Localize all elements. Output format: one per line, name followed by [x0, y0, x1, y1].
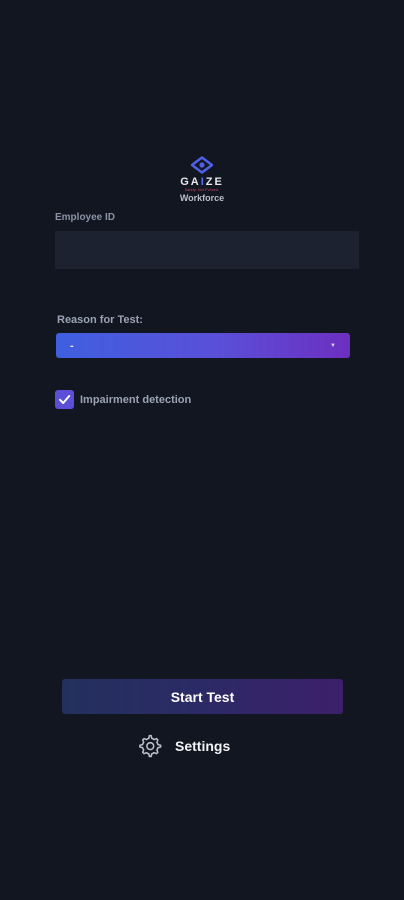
- settings-button[interactable]: Settings: [137, 733, 230, 758]
- logo-subtitle: Workforce: [179, 193, 225, 203]
- impairment-detection-option[interactable]: Impairment detection: [55, 390, 191, 409]
- logo-word-start: GA: [180, 176, 201, 188]
- employee-id-label: Employee ID: [55, 212, 116, 223]
- reason-label: Reason for Test:: [57, 314, 143, 326]
- reason-selected-value: -: [70, 339, 74, 352]
- gear-icon: [139, 734, 162, 758]
- logo-word-end: ZE: [205, 176, 224, 188]
- start-test-button[interactable]: Start Test: [62, 679, 343, 714]
- eye-logo-icon: [191, 156, 213, 174]
- impairment-detection-checkbox[interactable]: [55, 390, 74, 409]
- checkmark-icon: [59, 395, 71, 404]
- logo-wordmark: GAIZE: [180, 176, 224, 188]
- app-logo: GAIZE Safety. Not Policed. Workforce: [0, 156, 404, 203]
- employee-id-input[interactable]: [55, 231, 359, 269]
- caret-down-icon: ▼: [330, 342, 336, 349]
- impairment-detection-label: Impairment detection: [80, 393, 192, 406]
- reason-select[interactable]: - ▼: [56, 333, 350, 358]
- settings-label: Settings: [175, 737, 231, 754]
